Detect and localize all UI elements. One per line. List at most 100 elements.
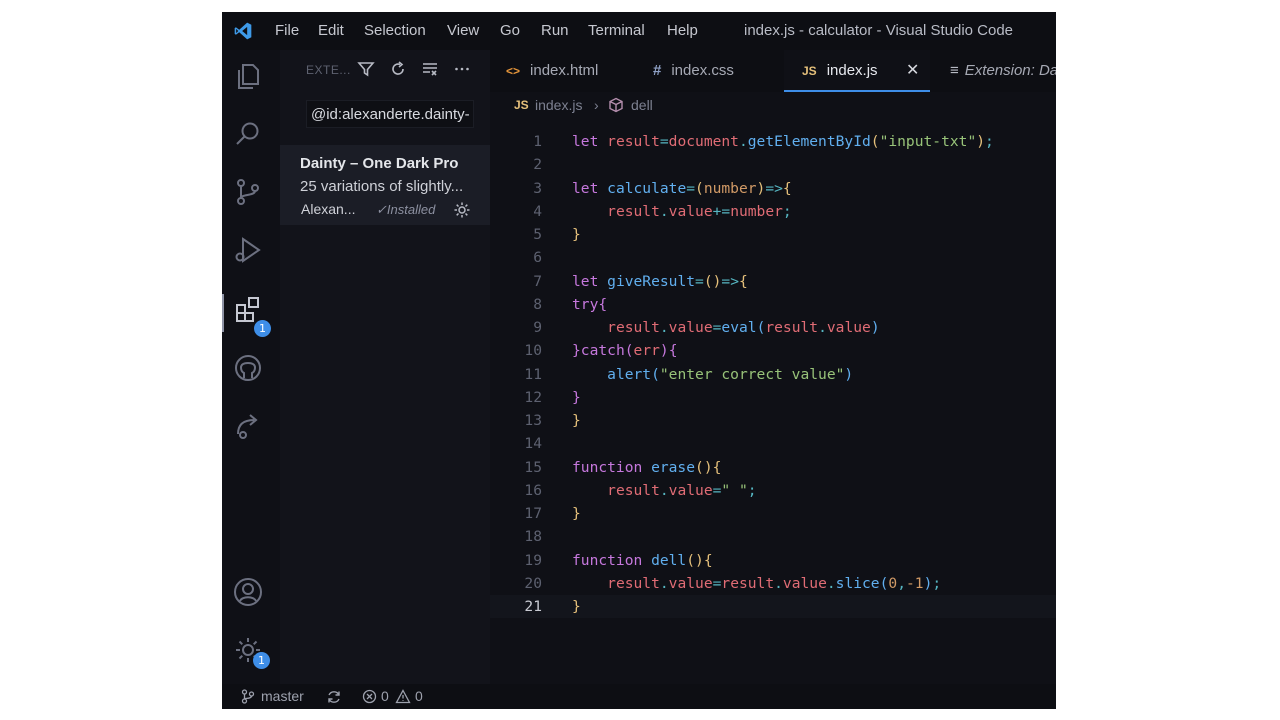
menu-edit[interactable]: Edit: [318, 22, 344, 39]
code-line[interactable]: 10}catch(err){: [490, 339, 1056, 362]
extension-description: 25 variations of slightly...: [300, 178, 464, 195]
code-line[interactable]: 12}: [490, 386, 1056, 409]
warning-icon[interactable]: [395, 689, 411, 704]
code-line[interactable]: 6: [490, 246, 1056, 269]
code-line[interactable]: 18: [490, 525, 1056, 548]
line-number: 7: [533, 272, 542, 290]
code-text: let giveResult=()=>{: [572, 272, 748, 290]
code-text: }: [572, 598, 581, 615]
more-actions-icon[interactable]: [452, 60, 472, 80]
code-line[interactable]: 9 result.value=eval(result.value): [490, 316, 1056, 339]
code-line[interactable]: 11 alert("enter correct value"): [490, 363, 1056, 386]
line-number: 8: [533, 295, 542, 313]
remote-share-icon[interactable]: [232, 410, 270, 448]
extensions-sidebar: EXTE... @id:alexanderte.dainty- Dainty –…: [280, 50, 490, 684]
clear-results-icon[interactable]: [420, 60, 440, 80]
code-line[interactable]: 8 try{: [490, 293, 1056, 316]
code-line[interactable]: 19 function dell(){: [490, 549, 1056, 572]
code-text: let result=document.getElementById("inpu…: [572, 133, 994, 150]
branch-name[interactable]: master: [261, 684, 304, 709]
editor-tabs: <> index.html # index.css JS index.js ✕ ≡ Ex…: [490, 50, 1056, 92]
menu-run[interactable]: Run: [541, 22, 569, 39]
menu-selection[interactable]: Selection: [364, 22, 426, 39]
error-count[interactable]: 0: [381, 684, 389, 709]
menu-go[interactable]: Go: [500, 22, 520, 39]
breadcrumb-file[interactable]: index.js: [535, 92, 582, 118]
code-text: }: [572, 505, 581, 522]
code-line[interactable]: 4 result.value+=number;: [490, 200, 1056, 223]
code-text: function erase(){: [572, 458, 722, 476]
code-editor[interactable]: 1 let result=document.getElementById("inp…: [490, 118, 1056, 684]
code-text: try{: [572, 295, 608, 313]
menu-file[interactable]: File: [275, 22, 299, 39]
tab-index-html[interactable]: <> index.html: [506, 50, 636, 92]
line-number: 18: [524, 528, 542, 546]
code-line[interactable]: 20 result.value=result.value.slice(0,-1)…: [490, 572, 1056, 595]
line-number: 6: [533, 249, 542, 267]
search-icon[interactable]: [232, 118, 270, 156]
explorer-icon[interactable]: [232, 60, 270, 98]
css-file-icon: #: [653, 62, 662, 79]
extension-publisher: Alexan...: [301, 201, 356, 217]
line-number: 11: [524, 365, 542, 383]
activity-bar: 1 1: [222, 50, 280, 684]
menu-view[interactable]: View: [447, 22, 479, 39]
branch-icon: [241, 689, 255, 704]
extensions-badge: 1: [254, 320, 271, 337]
line-number: 21: [524, 598, 542, 615]
tab-label: index.html: [530, 62, 599, 79]
code-text: }: [572, 226, 581, 243]
extensions-icon[interactable]: 1: [222, 294, 280, 337]
manage-gear-icon[interactable]: [452, 200, 472, 220]
title-bar: File Edit Selection View Go Run Terminal…: [222, 12, 1056, 50]
code-text: function dell(){: [572, 551, 713, 569]
run-debug-icon[interactable]: [232, 234, 270, 272]
code-text: result.value+=number;: [607, 202, 792, 220]
code-line[interactable]: 15 function erase(){: [490, 456, 1056, 479]
tab-index-js[interactable]: JS index.js ✕: [784, 50, 930, 92]
extension-search-input[interactable]: @id:alexanderte.dainty-: [306, 100, 474, 128]
warning-count[interactable]: 0: [415, 684, 423, 709]
code-line[interactable]: 1 let result=document.getElementById("inp…: [490, 130, 1056, 153]
refresh-icon[interactable]: [388, 60, 408, 80]
code-text: result.value=result.value.slice(0,-1);: [607, 574, 942, 592]
account-icon[interactable]: [232, 576, 270, 614]
line-number: 14: [524, 435, 542, 453]
menu-terminal[interactable]: Terminal: [588, 22, 645, 39]
menu-help[interactable]: Help: [667, 22, 698, 39]
line-number: 13: [524, 412, 542, 429]
code-line[interactable]: 3 let calculate=(number)=>{: [490, 177, 1056, 200]
tab-extension-dainty[interactable]: ≡ Extension: Dainty: [950, 50, 1056, 92]
js-file-icon: JS: [514, 98, 529, 112]
filter-icon[interactable]: [356, 60, 376, 80]
code-line[interactable]: 2: [490, 153, 1056, 176]
error-icon[interactable]: [362, 689, 377, 704]
code-line[interactable]: 7 let giveResult=()=>{: [490, 270, 1056, 293]
code-line[interactable]: 21}: [490, 595, 1056, 618]
source-control-icon[interactable]: [232, 176, 270, 214]
code-line[interactable]: 17}: [490, 502, 1056, 525]
code-line[interactable]: 13}: [490, 409, 1056, 432]
sync-icon[interactable]: [326, 689, 342, 705]
code-line[interactable]: 5}: [490, 223, 1056, 246]
settings-gear-icon[interactable]: 1: [232, 634, 270, 672]
code-line[interactable]: 16 result.value=" ";: [490, 479, 1056, 502]
preview-icon: ≡: [950, 62, 959, 79]
extension-list-item[interactable]: Dainty – One Dark Pro 25 variations of s…: [280, 145, 490, 225]
sidebar-title: EXTE...: [306, 63, 351, 77]
line-number: 17: [524, 505, 542, 522]
close-tab-icon[interactable]: ✕: [906, 50, 919, 92]
line-number: 5: [533, 226, 542, 243]
settings-badge: 1: [253, 652, 270, 669]
code-text: result.value=" ";: [607, 481, 757, 499]
code-text: }: [572, 388, 581, 406]
code-line[interactable]: 14: [490, 432, 1056, 455]
tab-index-css[interactable]: # index.css: [653, 50, 773, 92]
breadcrumb-symbol[interactable]: dell: [631, 92, 653, 118]
line-number: 3: [533, 179, 542, 197]
line-number: 20: [524, 574, 542, 592]
window-title: index.js - calculator - Visual Studio Co…: [744, 22, 1014, 39]
github-icon[interactable]: [232, 352, 270, 390]
installed-label: ✓Installed: [376, 202, 436, 217]
breadcrumb-separator: ›: [594, 97, 599, 113]
